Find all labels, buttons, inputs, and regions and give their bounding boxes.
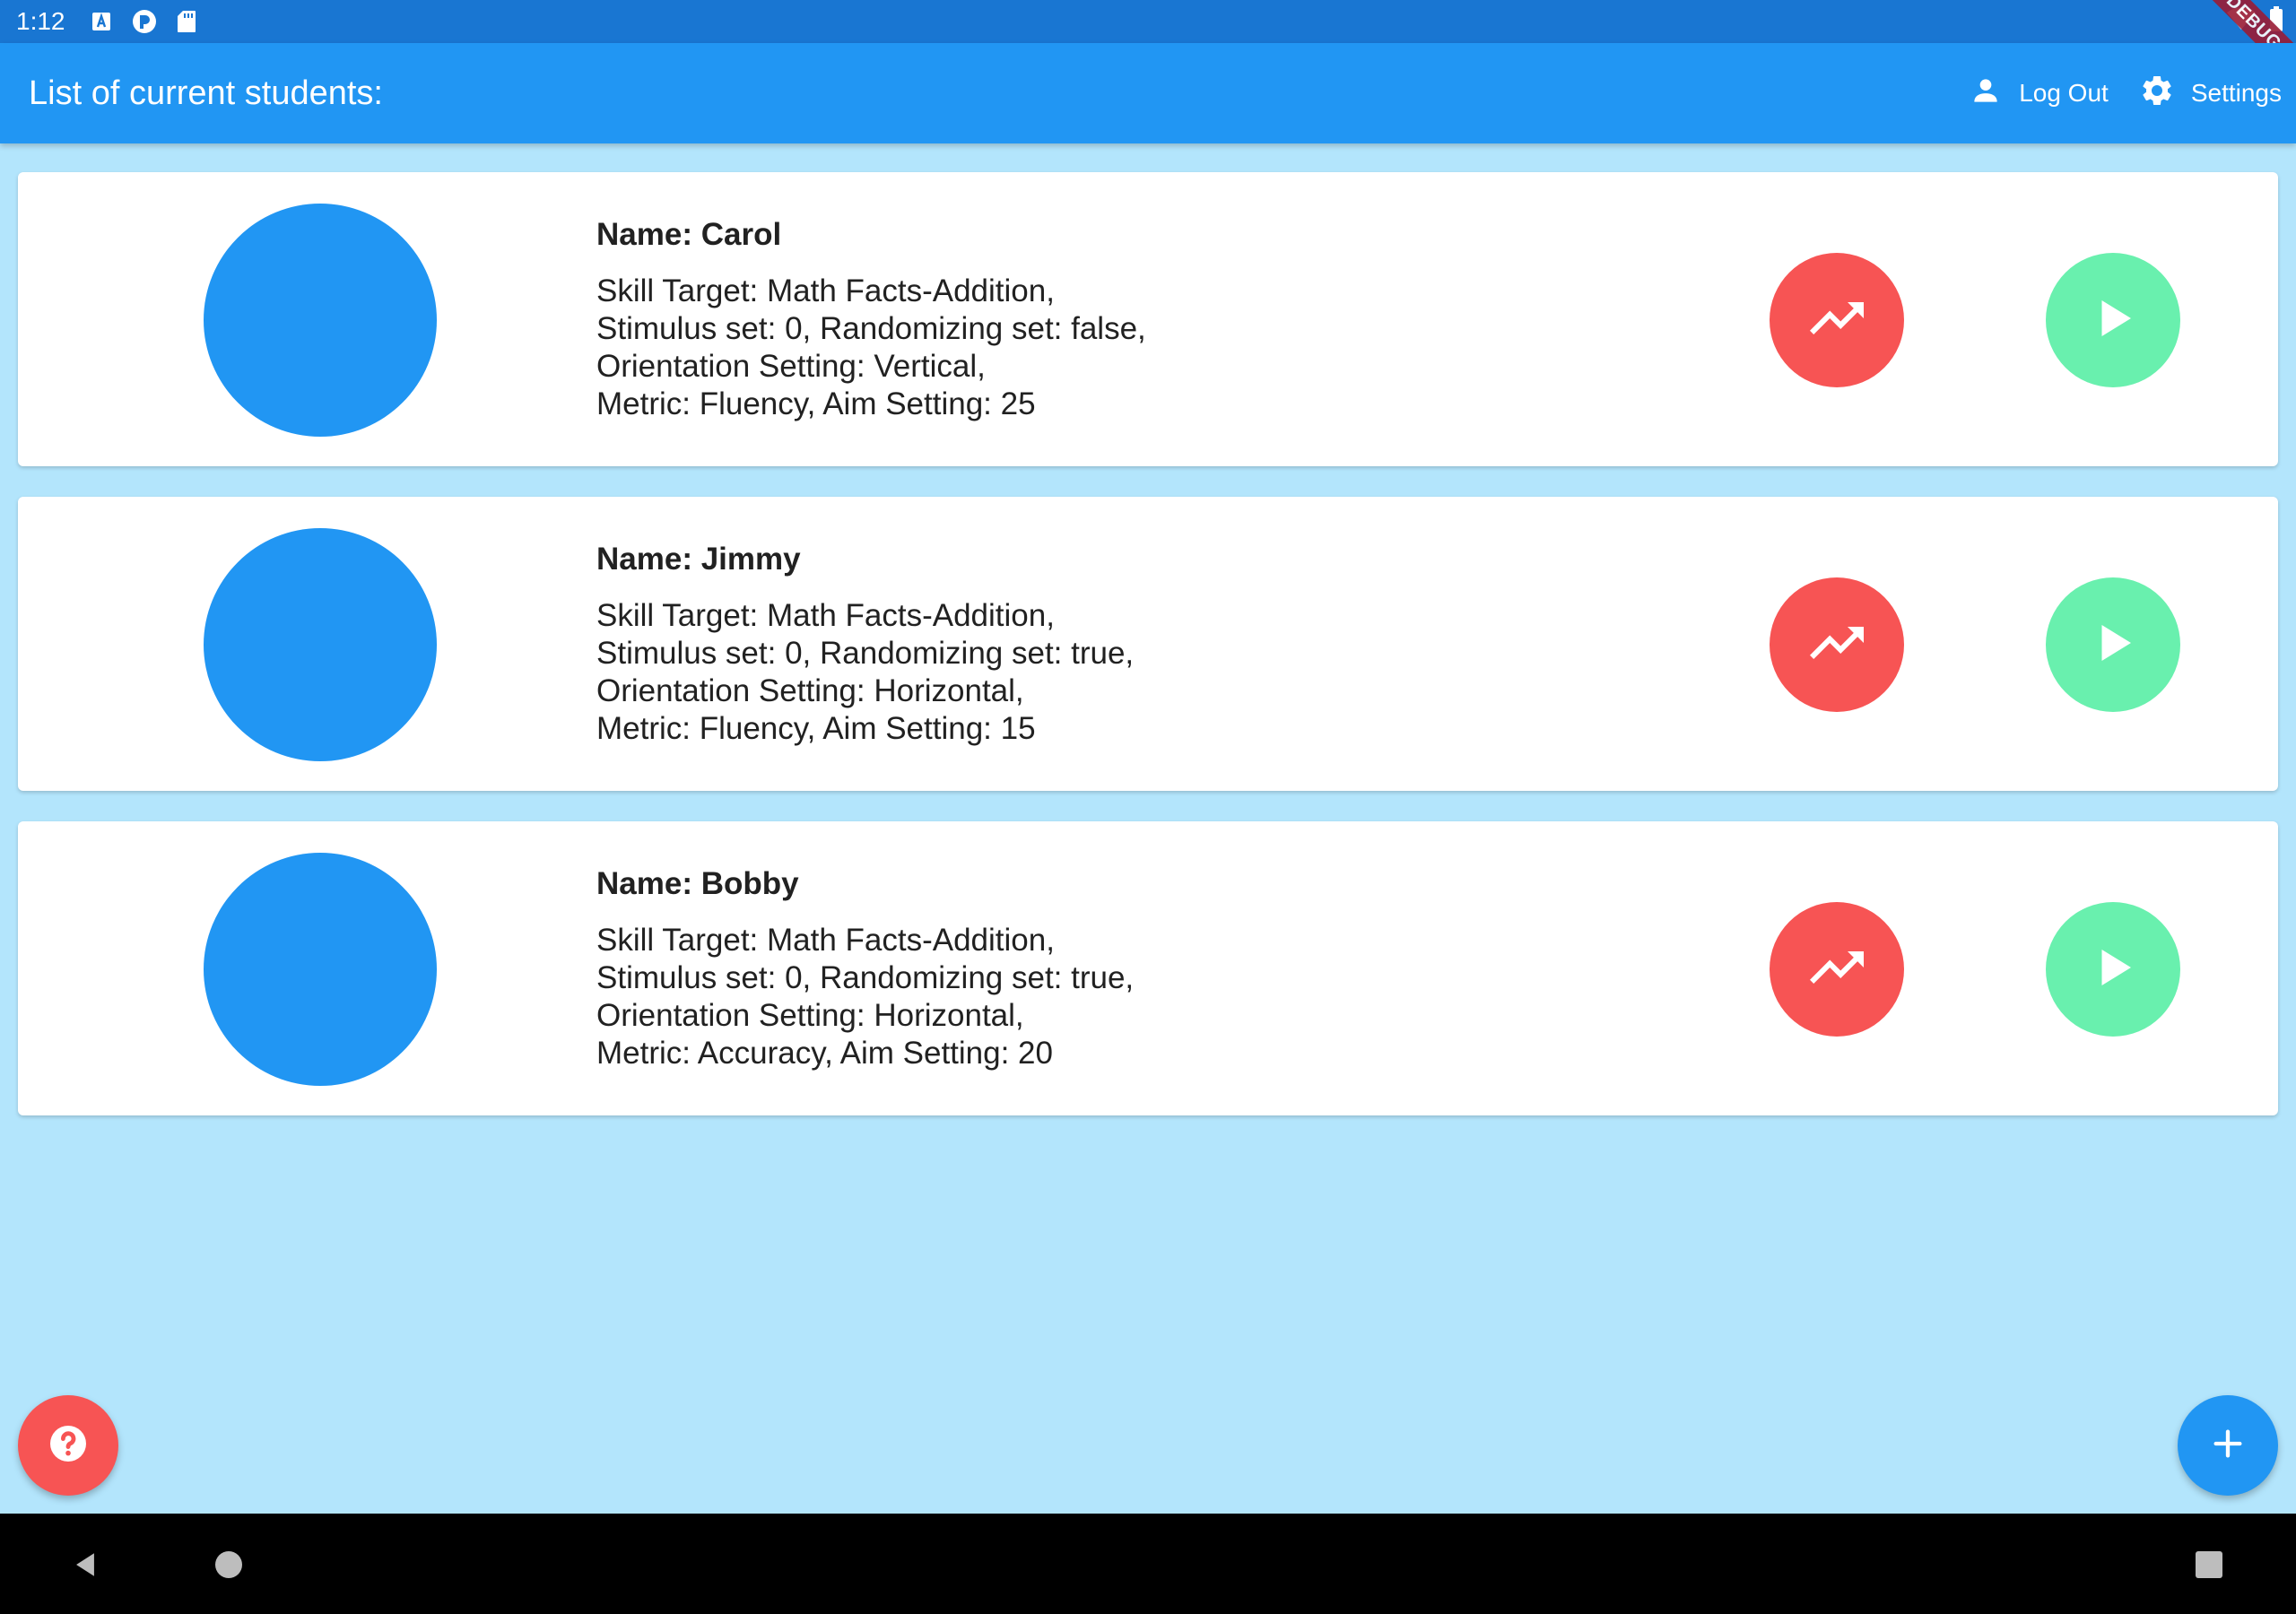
student-info: Name: Bobby Skill Target: Math Facts-Add… [596, 866, 1134, 1072]
page-title: List of current students: [29, 74, 383, 112]
student-detail: Metric: Fluency, Aim Setting: 25 [596, 386, 1036, 421]
play-icon [2086, 291, 2140, 350]
student-card: Name: Carol Skill Target: Math Facts-Add… [18, 172, 2278, 466]
a-icon [91, 11, 112, 32]
app-bar: List of current students: Log Out Settin… [0, 43, 2296, 143]
student-card: Name: Bobby Skill Target: Math Facts-Add… [18, 821, 2278, 1115]
student-list: Name: Carol Skill Target: Math Facts-Add… [18, 172, 2278, 1146]
avatar [204, 204, 437, 437]
gear-icon [2139, 73, 2175, 115]
recents-icon[interactable] [2196, 1551, 2222, 1578]
play-icon [2086, 616, 2140, 674]
view-progress-button[interactable] [1770, 902, 1904, 1037]
p-icon [132, 9, 157, 34]
student-detail: Orientation Setting: Vertical, [596, 349, 986, 384]
student-detail: Skill Target: Math Facts-Addition, [596, 923, 1055, 958]
student-detail: Stimulus set: 0, Randomizing set: true, [596, 636, 1135, 671]
status-bar: 1:12 DEBUG [0, 0, 2296, 99]
help-button[interactable] [18, 1395, 118, 1496]
plus-icon [2210, 1426, 2246, 1466]
student-detail: Orientation Setting: Horizontal, [596, 673, 1024, 708]
student-detail: Orientation Setting: Horizontal, [596, 998, 1024, 1033]
start-session-button[interactable] [2046, 577, 2180, 712]
avatar [204, 853, 437, 1086]
add-student-button[interactable] [2178, 1395, 2278, 1496]
sd-card-icon [177, 10, 196, 33]
trending-up-icon [1805, 286, 1869, 355]
view-progress-button[interactable] [1770, 577, 1904, 712]
system-nav-bar [0, 1514, 2296, 1614]
student-info: Name: Jimmy Skill Target: Math Facts-Add… [596, 542, 1134, 748]
logout-button[interactable]: Log Out [1969, 74, 2109, 114]
student-detail: Metric: Accuracy, Aim Setting: 20 [596, 1036, 1053, 1071]
settings-button[interactable]: Settings [2139, 73, 2282, 115]
back-icon[interactable] [70, 1549, 100, 1584]
home-icon[interactable] [215, 1551, 242, 1578]
student-detail: Skill Target: Math Facts-Addition, [596, 598, 1055, 633]
settings-label: Settings [2190, 79, 2282, 107]
logout-label: Log Out [2019, 79, 2109, 107]
status-time: 1:12 [16, 7, 65, 35]
student-detail: Metric: Fluency, Aim Setting: 15 [596, 711, 1036, 746]
view-progress-button[interactable] [1770, 253, 1904, 387]
trending-up-icon [1805, 935, 1869, 1004]
student-name: Name: Carol [596, 217, 782, 252]
student-name: Name: Jimmy [596, 542, 801, 577]
student-detail: Stimulus set: 0, Randomizing set: true, [596, 960, 1135, 995]
student-card: Name: Jimmy Skill Target: Math Facts-Add… [18, 497, 2278, 791]
person-icon [1969, 74, 2003, 114]
start-session-button[interactable] [2046, 253, 2180, 387]
trending-up-icon [1805, 611, 1869, 680]
student-info: Name: Carol Skill Target: Math Facts-Add… [596, 217, 1146, 423]
avatar [204, 528, 437, 761]
play-icon [2086, 941, 2140, 999]
start-session-button[interactable] [2046, 902, 2180, 1037]
student-name: Name: Bobby [596, 866, 799, 901]
help-icon [47, 1422, 90, 1470]
student-detail: Skill Target: Math Facts-Addition, [596, 273, 1055, 308]
student-detail: Stimulus set: 0, Randomizing set: false, [596, 311, 1146, 346]
